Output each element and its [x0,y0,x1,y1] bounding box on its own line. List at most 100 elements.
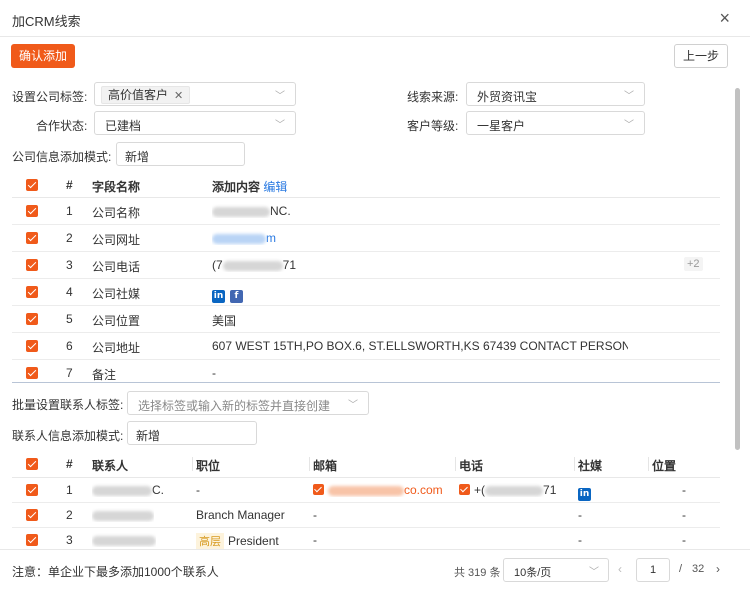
redacted-text [212,206,270,217]
page-size-value: 10条/页 [514,567,552,579]
row-num: 5 [66,312,73,326]
row-checkbox[interactable] [26,232,38,244]
phone-checkbox[interactable] [459,484,470,495]
row-num: 3 [66,258,73,272]
customer-level-label: 客户等级: [407,119,459,133]
coop-status-select[interactable]: 已建档 ﹀ [94,111,296,135]
company-mode-input[interactable]: 新增 [116,142,245,166]
row-checkbox[interactable] [26,313,38,325]
prev-page-icon[interactable]: ‹ [618,562,622,576]
contact-name [92,533,156,547]
row-num: 1 [66,204,73,218]
contact-mode-value: 新增 [136,429,161,443]
col-phone: 电话 [459,459,484,473]
lead-source-select[interactable]: 外贸资讯宝 ﹀ [466,82,645,106]
row-num: 7 [66,366,73,380]
dialog-title: 加CRM线索 [12,14,81,29]
select-all-checkbox[interactable] [26,179,38,191]
content-prefix: (7 [212,258,223,272]
customer-level-value: 一星客户 [477,119,526,133]
facebook-icon[interactable]: f [230,290,243,303]
position: - [196,483,200,497]
field-name: 公司名称 [92,206,141,220]
contact-tag-label: 批量设置联系人标签: [12,398,124,412]
row-checkbox[interactable] [26,205,38,217]
company-tag-select[interactable]: 高价值客户 ✕ ﹀ [94,82,296,106]
coop-status-label: 合作状态: [36,119,88,133]
redacted-text [328,485,404,496]
column-separator [309,457,310,471]
location: - [682,533,686,547]
table-header: # 联系人 职位 邮箱 电话 社媒 位置 [12,451,720,478]
row-checkbox[interactable] [26,286,38,298]
more-phones-badge[interactable]: +2 [684,257,703,271]
row-checkbox[interactable] [26,509,38,521]
redacted-text [92,535,156,546]
linkedin-icon[interactable]: in [578,488,591,501]
social: - [578,508,582,522]
chevron-down-icon: ﹀ [624,91,634,102]
contact-mode-input[interactable]: 新增 [127,421,257,445]
close-icon[interactable]: × [719,9,730,27]
phone-suffix: 71 [543,483,557,497]
company-mode-label: 公司信息添加模式: [12,150,112,164]
field-name: 公司网址 [92,233,141,247]
social: - [578,533,582,547]
social-icons: in f [212,285,248,303]
company-tag-label: 设置公司标签: [12,90,88,104]
confirm-add-button[interactable]: 确认添加 [11,44,76,68]
table-row: 2 公司网址 m [12,225,720,252]
coop-status-value: 已建档 [105,119,142,133]
table-row: 6 公司地址 607 WEST 15TH,PO BOX.6, ST.ELLSWO… [12,333,720,360]
customer-level-select[interactable]: 一星客户 ﹀ [466,111,645,135]
footer: 注意：单企业下最多添加1000个联系人 共 319 条 10条/页 ﹀ ‹ 1 … [0,549,750,589]
linkedin-icon[interactable]: in [212,290,225,303]
table-row: 3 高层 President - - - [12,528,720,549]
col-content: 添加内容 编辑 [212,178,287,195]
back-button[interactable]: 上一步 [673,44,728,68]
website-link[interactable]: m [212,231,276,245]
col-field-name: 字段名称 [92,180,141,194]
field-name: 公司地址 [92,341,141,355]
email: - [313,508,317,522]
position: 高层 President [196,533,279,549]
field-content: 607 WEST 15TH,PO BOX.6, ST.ELLSWORTH,KS … [212,339,628,353]
content-suffix: 71 [282,258,297,272]
email-checkbox[interactable] [313,484,324,495]
page-number-input[interactable]: 1 [636,558,670,582]
chevron-down-icon: ﹀ [275,120,285,131]
position-tag: 高层 [196,533,224,549]
contact-tag-select[interactable]: 选择标签或输入新的标签并直接创建 ﹀ [127,391,369,415]
page-size-select[interactable]: 10条/页 ﹀ [503,558,609,582]
email[interactable]: co.com [313,483,443,497]
company-fields-table: # 字段名称 添加内容 编辑 1 公司名称 NC. 2 公司网址 m 3 公司电… [12,172,720,382]
col-contact: 联系人 [92,459,129,473]
lead-source-value: 外贸资讯宝 [477,90,538,104]
scrollbar[interactable] [735,88,740,450]
content-suffix: NC. [270,204,291,218]
contact-suffix: C. [152,483,164,497]
row-checkbox[interactable] [26,340,38,352]
field-name: 备注 [92,368,117,382]
row-checkbox[interactable] [26,534,38,546]
table-row: 4 公司社媒 in f [12,279,720,306]
next-page-icon[interactable]: › [716,562,720,576]
contact-name: C. [92,483,164,497]
remove-tag-icon[interactable]: ✕ [174,90,183,102]
total-count: 共 319 条 [454,567,501,579]
field-content: NC. [212,204,291,218]
row-checkbox[interactable] [26,367,38,379]
row-checkbox[interactable] [26,484,38,496]
field-name: 公司社媒 [92,287,141,301]
row-checkbox[interactable] [26,259,38,271]
column-separator [192,457,193,471]
row-num: 1 [66,483,73,497]
edit-link[interactable]: 编辑 [263,180,287,194]
select-all-checkbox[interactable] [26,458,38,470]
row-num: 3 [66,533,73,547]
email: - [313,533,317,547]
section-divider [12,382,720,383]
lead-source-label: 线索来源: [407,90,459,104]
table-row: 3 公司电话 (7 71 +2 [12,252,720,279]
phone: +(71 [459,483,556,497]
